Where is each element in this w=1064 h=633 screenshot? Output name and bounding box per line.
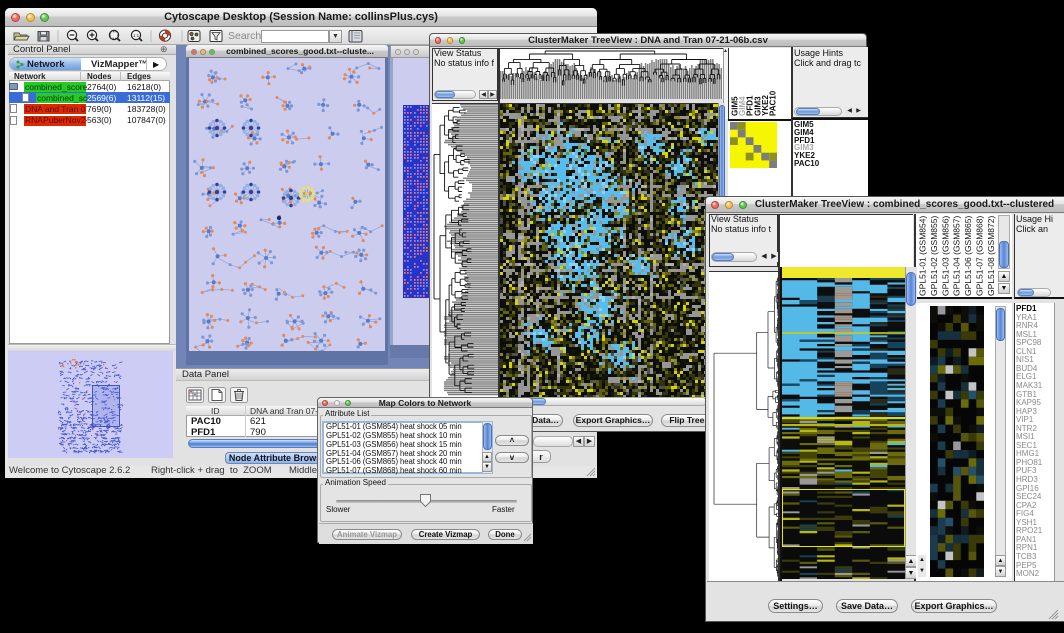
- svg-text:PAC10: PAC10: [769, 90, 777, 116]
- svg-text:GPL51-02 (GSM855): GPL51-02 (GSM855): [929, 216, 939, 296]
- svg-text:GPL51-03 (GSM856): GPL51-03 (GSM856): [940, 216, 950, 296]
- svg-text:GPL51-01 (GSM854): GPL51-01 (GSM854): [918, 216, 928, 296]
- svg-text:1:1: 1:1: [133, 33, 140, 38]
- svg-text:GPL51-07 (GSM868): GPL51-07 (GSM868): [975, 216, 985, 296]
- svg-text:GPL51-04 (GSM857): GPL51-04 (GSM857): [952, 216, 962, 296]
- svg-text:GPL51-06 (GSM865): GPL51-06 (GSM865): [963, 216, 973, 296]
- svg-text:GPL51-08 (GSM872): GPL51-08 (GSM872): [986, 216, 996, 296]
